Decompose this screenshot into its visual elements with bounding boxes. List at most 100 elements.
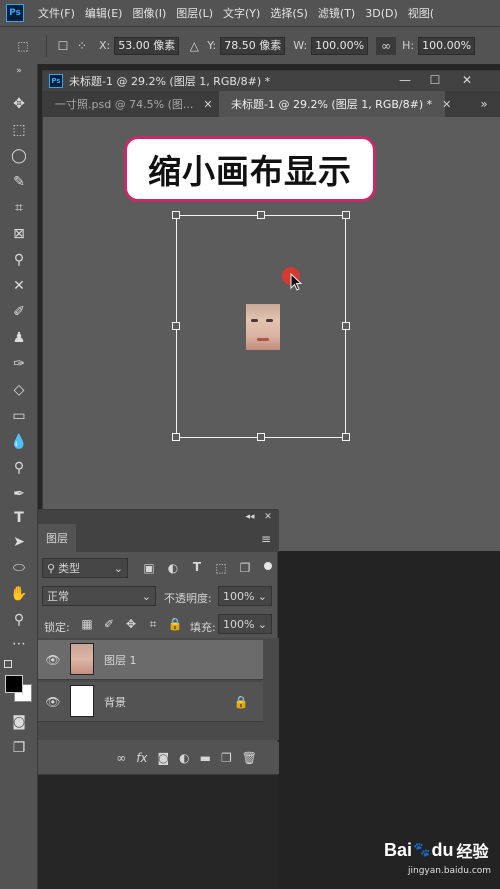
lasso-tool-icon[interactable]: ◯ (8, 146, 30, 166)
layer-row-layer1[interactable]: 👁 图层 1 (38, 640, 263, 680)
filter-kind-select[interactable]: ⚲ 类型 ⌄ (42, 558, 128, 578)
close-tab-icon[interactable]: ✕ (203, 98, 212, 111)
zoom-tool-icon[interactable]: ⚲ (8, 610, 30, 630)
dodge-tool-icon[interactable]: ⚲ (8, 458, 30, 478)
layer-thumbnail (70, 643, 94, 675)
lock-label: 锁定: (44, 621, 70, 634)
lock-transparent-icon[interactable]: ▦ (80, 617, 94, 631)
tab-untitled[interactable]: 未标题-1 @ 29.2% (图层 1, RGB/8#) * ✕ (219, 91, 451, 117)
adjustment-layer-icon[interactable]: ◐ (179, 751, 189, 765)
menu-filter[interactable]: 滤镜(T) (318, 5, 355, 21)
layer-row-background[interactable]: 👁 背景 🔒 (38, 682, 263, 722)
w-field[interactable]: 100.00% (311, 36, 369, 55)
path-select-tool-icon[interactable]: ➤ (8, 532, 30, 552)
eraser-tool-icon[interactable]: ◇ (8, 380, 30, 400)
collapse-icon[interactable]: » (8, 66, 30, 76)
collapse-panel-icon[interactable]: ◂◂ (244, 510, 256, 524)
reference-point-checkbox[interactable]: ☐ (55, 39, 71, 53)
menu-view[interactable]: 视图( (408, 5, 434, 21)
tab-layers[interactable]: 图层 (38, 524, 76, 552)
filter-toggle-icon[interactable] (264, 562, 272, 570)
handle-bottom-right[interactable] (342, 433, 350, 441)
lock-all-icon[interactable]: 🔒 (168, 617, 183, 631)
blend-mode-select[interactable]: 正常 ⌄ (42, 586, 156, 606)
brush-tool-icon[interactable]: ✐ (8, 302, 30, 322)
handle-top-center[interactable] (257, 211, 265, 219)
x-field[interactable]: 53.00 像素 (114, 36, 180, 55)
panel-menu-icon[interactable]: ≡ (260, 532, 272, 546)
history-brush-tool-icon[interactable]: ✑ (8, 354, 30, 374)
marquee-tool-icon[interactable]: ⬚ (8, 120, 30, 140)
handle-top-right[interactable] (342, 211, 350, 219)
filter-smart-object-icon[interactable]: ❐ (238, 561, 252, 575)
add-mask-icon[interactable]: ◙ (158, 751, 170, 765)
new-layer-icon[interactable]: ❐ (221, 751, 232, 765)
frame-tool-icon[interactable]: ⊠ (8, 224, 30, 244)
type-tool-icon[interactable]: T (8, 508, 30, 528)
move-transform-icon[interactable]: ⬚ (8, 39, 38, 53)
menu-3d[interactable]: 3D(D) (365, 7, 398, 20)
more-tools-icon[interactable]: ⋯ (8, 634, 30, 654)
visibility-eye-icon[interactable]: 👁 (45, 695, 60, 709)
move-tool-icon[interactable]: ✥ (8, 94, 30, 114)
gradient-tool-icon[interactable]: ▭ (8, 406, 30, 426)
eye-shape (266, 319, 273, 322)
chevron-down-icon: ⌄ (257, 589, 267, 603)
fill-field[interactable]: 100% ⌄ (218, 614, 272, 634)
opacity-field[interactable]: 100% ⌄ (218, 586, 272, 606)
menu-image[interactable]: 图像(I) (132, 5, 166, 21)
handle-bottom-left[interactable] (172, 433, 180, 441)
menu-file[interactable]: 文件(F) (38, 5, 75, 21)
visibility-eye-icon[interactable]: 👁 (45, 653, 60, 667)
lock-artboard-icon[interactable]: ⌗ (146, 617, 160, 632)
blend-mode-value: 正常 (47, 590, 69, 603)
close-window-icon[interactable]: ✕ (459, 73, 475, 87)
screen-mode-icon[interactable]: ❐ (8, 738, 30, 758)
menu-type[interactable]: 文字(Y) (223, 5, 260, 21)
doc-ps-icon: Ps (49, 74, 63, 88)
close-tab-icon[interactable]: ✕ (442, 98, 451, 111)
link-icon[interactable]: ∞ (376, 36, 397, 55)
menu-layer[interactable]: 图层(L) (176, 5, 213, 21)
lock-position-icon[interactable]: ✥ (124, 617, 138, 631)
ellipse-tool-icon[interactable]: ⬭ (8, 558, 30, 578)
foreground-color-swatch[interactable] (5, 675, 23, 693)
filter-type-icon[interactable]: T (190, 560, 204, 574)
reference-point-icon[interactable]: ⁘ (71, 39, 93, 53)
handle-top-left[interactable] (172, 211, 180, 219)
close-panel-icon[interactable]: ✕ (262, 510, 274, 524)
fx-icon[interactable]: fx (136, 751, 147, 765)
filter-shape-icon[interactable]: ⬚ (214, 561, 228, 575)
maximize-icon[interactable]: ☐ (427, 73, 443, 87)
link-layers-icon[interactable]: ∞ (116, 751, 126, 765)
hand-tool-icon[interactable]: ✋ (8, 584, 30, 604)
document-title: 未标题-1 @ 29.2% (图层 1, RGB/8#) * (69, 75, 271, 88)
new-group-icon[interactable]: ▬ (200, 751, 211, 765)
default-colors-icon[interactable] (4, 660, 12, 668)
menu-edit[interactable]: 编辑(E) (85, 5, 123, 21)
crop-tool-icon[interactable]: ⌗ (8, 198, 30, 218)
filter-image-icon[interactable]: ▣ (142, 561, 156, 575)
handle-middle-right[interactable] (342, 322, 350, 330)
eyedropper-tool-icon[interactable]: ⚲ (8, 250, 30, 270)
filter-adjustment-icon[interactable]: ◐ (166, 561, 180, 575)
h-field[interactable]: 100.00% (418, 36, 476, 55)
pen-tool-icon[interactable]: ✒ (8, 484, 30, 504)
delete-layer-icon[interactable]: 🗑 (242, 751, 257, 765)
lock-pixels-icon[interactable]: ✐ (102, 617, 116, 631)
healing-tool-icon[interactable]: ✕ (8, 276, 30, 296)
blur-tool-icon[interactable]: 💧 (8, 432, 30, 452)
stamp-tool-icon[interactable]: ♟ (8, 328, 30, 348)
quick-select-tool-icon[interactable]: ✎ (8, 172, 30, 192)
layer-scrollbar[interactable] (263, 640, 277, 740)
fill-value: 100% (223, 617, 255, 631)
quick-mask-icon[interactable]: ◙ (8, 712, 30, 732)
tabs-overflow-icon[interactable]: » (477, 97, 491, 111)
delta-icon[interactable]: △ (187, 39, 201, 53)
minimize-icon[interactable]: — (397, 73, 413, 87)
menu-select[interactable]: 选择(S) (270, 5, 308, 21)
handle-middle-left[interactable] (172, 322, 180, 330)
handle-bottom-center[interactable] (257, 433, 265, 441)
tab-id-photo[interactable]: 一寸照.psd @ 74.5% (图... ✕ (43, 91, 215, 117)
y-field[interactable]: 78.50 像素 (220, 36, 286, 55)
